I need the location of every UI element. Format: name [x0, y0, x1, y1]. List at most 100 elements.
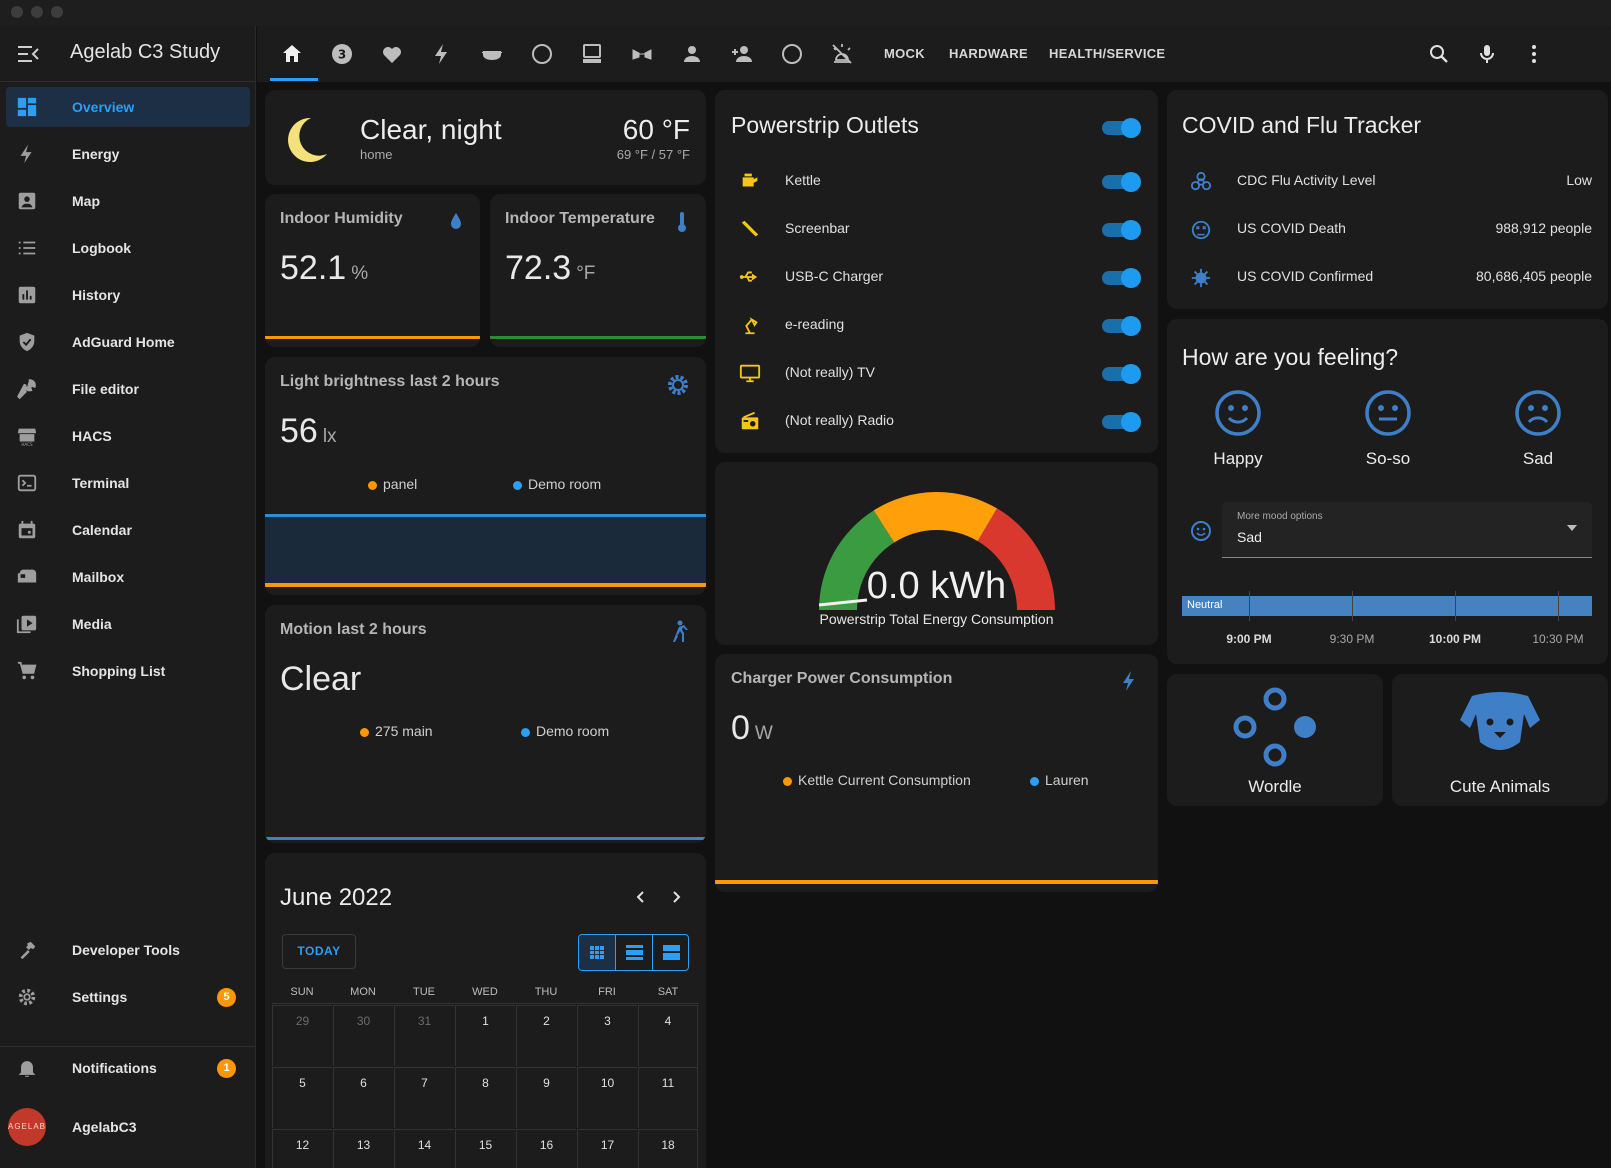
- outlet-row[interactable]: e-reading: [715, 306, 1158, 346]
- sidebar-item-terminal[interactable]: Terminal: [6, 463, 250, 503]
- close-window-button[interactable]: [11, 6, 23, 18]
- collapse-menu-icon[interactable]: [16, 44, 40, 64]
- calendar-day-cell[interactable]: 1: [455, 1005, 515, 1066]
- sidebar-item-file-editor[interactable]: File editor: [6, 369, 250, 409]
- cute-animals-tile[interactable]: Cute Animals: [1392, 674, 1608, 806]
- mood-option-happy[interactable]: Happy: [1183, 389, 1293, 479]
- outlet-toggle[interactable]: [1102, 364, 1141, 384]
- temperature-card[interactable]: Indoor Temperature 72.3 °F: [490, 194, 706, 347]
- outlet-toggle[interactable]: [1102, 316, 1141, 336]
- glasses-tab-icon[interactable]: [630, 42, 654, 66]
- calendar-day-cell[interactable]: 15: [455, 1129, 515, 1168]
- tab-hardware[interactable]: HARDWARE: [949, 46, 1028, 61]
- charger-card[interactable]: Charger Power Consumption 0W Kettle Curr…: [715, 654, 1158, 892]
- calendar-day-cell[interactable]: 4: [638, 1005, 698, 1066]
- sidebar-item-adguard-home[interactable]: AdGuard Home: [6, 322, 250, 362]
- calendar-day-cell[interactable]: 12: [272, 1129, 332, 1168]
- weather-card[interactable]: Clear, night home 60 °F 69 °F / 57 °F: [265, 90, 706, 185]
- sidebar: Agelab C3 Study Overview Energy Map Logbook…: [0, 26, 256, 1168]
- powerstrip-master-toggle[interactable]: [1102, 118, 1141, 138]
- mood-option-sad[interactable]: Sad: [1483, 389, 1593, 479]
- sidebar-item-shopping-list[interactable]: Shopping List: [6, 651, 250, 691]
- wordle-tile[interactable]: Wordle: [1167, 674, 1383, 806]
- person-add-tab-icon[interactable]: [730, 42, 754, 66]
- maximize-window-button[interactable]: [51, 6, 63, 18]
- sidebar-item-calendar[interactable]: Calendar: [6, 510, 250, 550]
- sidebar-item-developer-tools[interactable]: Developer Tools: [6, 930, 250, 970]
- sidebar-item-logbook[interactable]: Logbook: [6, 228, 250, 268]
- sidebar-item-settings[interactable]: Settings 5: [6, 977, 250, 1017]
- brightness-card[interactable]: Light brightness last 2 hours 56 lx panel…: [265, 357, 706, 595]
- outlet-row[interactable]: (Not really) TV: [715, 354, 1158, 394]
- humidity-card[interactable]: Indoor Humidity 52.1%: [265, 194, 480, 347]
- calendar-day-cell[interactable]: 10: [577, 1067, 637, 1128]
- home-tab-icon[interactable]: [280, 42, 304, 66]
- person-tab-icon[interactable]: [680, 42, 704, 66]
- calendar-day-cell[interactable]: 2: [516, 1005, 576, 1066]
- energy-gauge-card[interactable]: 0.0 kWh Powerstrip Total Energy Consumpt…: [715, 462, 1158, 645]
- outlet-row[interactable]: Screenbar: [715, 210, 1158, 250]
- sidebar-item-media[interactable]: Media: [6, 604, 250, 644]
- calendar-day-cell[interactable]: 31: [394, 1005, 454, 1066]
- sidebar-divider: [0, 1046, 255, 1047]
- sidebar-item-overview[interactable]: Overview: [6, 87, 250, 127]
- minimize-window-button[interactable]: [31, 6, 43, 18]
- outlet-toggle[interactable]: [1102, 172, 1141, 192]
- outlet-row[interactable]: USB-C Charger: [715, 258, 1158, 298]
- tab-mock[interactable]: MOCK: [884, 46, 925, 61]
- month-view-button[interactable]: [579, 935, 616, 970]
- calendar-weekday-header: WED: [472, 986, 498, 998]
- calendar-day-cell[interactable]: 7: [394, 1067, 454, 1128]
- calendar-day-cell[interactable]: 6: [333, 1067, 393, 1128]
- sidebar-item-label: Shopping List: [72, 663, 166, 679]
- calendar-day-cell[interactable]: 30: [333, 1005, 393, 1066]
- sidebar-item-history[interactable]: History: [6, 275, 250, 315]
- calendar-day-cell[interactable]: 18: [638, 1129, 698, 1168]
- tab-health-service[interactable]: HEALTH/SERVICE: [1049, 46, 1165, 61]
- outlet-toggle[interactable]: [1102, 412, 1141, 432]
- search-icon[interactable]: [1427, 42, 1451, 66]
- circle-tab-icon[interactable]: [530, 42, 554, 66]
- avatar[interactable]: AGELAB: [8, 1108, 46, 1146]
- outlet-toggle[interactable]: [1102, 268, 1141, 288]
- heart-tab-icon[interactable]: [380, 42, 404, 66]
- sidebar-item-label: Calendar: [72, 522, 132, 538]
- motion-card[interactable]: Motion last 2 hours Clear 275 main Demo …: [265, 605, 706, 843]
- user-name[interactable]: AgelabC3: [72, 1119, 137, 1135]
- microphone-icon[interactable]: [1475, 42, 1499, 66]
- circle-outline-tab-icon[interactable]: [780, 42, 804, 66]
- calendar-day-cell[interactable]: 29: [272, 1005, 332, 1066]
- calendar-day-cell[interactable]: 14: [394, 1129, 454, 1168]
- calendar-day-cell[interactable]: 13: [333, 1129, 393, 1168]
- calendar-day-cell[interactable]: 3: [577, 1005, 637, 1066]
- sidebar-item-map[interactable]: Map: [6, 181, 250, 221]
- calendar-day-cell[interactable]: 11: [638, 1067, 698, 1128]
- outlet-row[interactable]: Kettle: [715, 162, 1158, 202]
- chevron-right-icon[interactable]: [668, 889, 684, 905]
- mood-option-so-so[interactable]: So-so: [1333, 389, 1443, 479]
- calendar-day-cell[interactable]: 16: [516, 1129, 576, 1168]
- chevron-left-icon[interactable]: [633, 889, 649, 905]
- alarm-light-off-tab-icon[interactable]: [830, 42, 854, 66]
- calendar-day-cell[interactable]: 5: [272, 1067, 332, 1128]
- sidebar-item-hacs[interactable]: HACS HACS: [6, 416, 250, 456]
- sidebar-item-notifications[interactable]: Notifications 1: [6, 1048, 250, 1088]
- numeric-badge-tab-icon[interactable]: 3: [330, 42, 354, 66]
- sidebar-item-mailbox[interactable]: Mailbox: [6, 557, 250, 597]
- desktop-tab-icon[interactable]: [580, 42, 604, 66]
- lightning-tab-icon[interactable]: [430, 42, 454, 66]
- sidebar-item-energy[interactable]: Energy: [6, 134, 250, 174]
- week-view-button[interactable]: [616, 935, 653, 970]
- outlet-toggle[interactable]: [1102, 220, 1141, 240]
- outlet-row[interactable]: (Not really) Radio: [715, 402, 1158, 442]
- mask-tab-icon[interactable]: [480, 42, 504, 66]
- mood-select[interactable]: More mood options Sad: [1222, 502, 1592, 558]
- today-button[interactable]: TODAY: [282, 934, 356, 969]
- mailbox-icon: [17, 569, 37, 583]
- calendar-day-cell[interactable]: 8: [455, 1067, 515, 1128]
- emoticon-outline-icon: [1191, 521, 1211, 541]
- calendar-day-cell[interactable]: 17: [577, 1129, 637, 1168]
- more-vertical-icon[interactable]: [1522, 42, 1546, 66]
- day-view-button[interactable]: [653, 935, 688, 970]
- calendar-day-cell[interactable]: 9: [516, 1067, 576, 1128]
